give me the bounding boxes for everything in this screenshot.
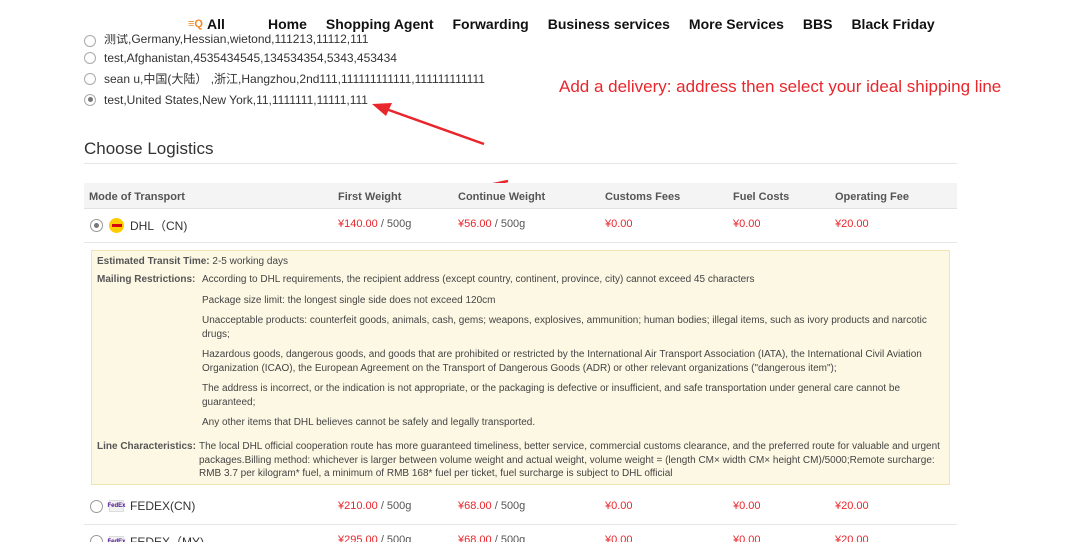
logistics-table-header: Mode of Transport First Weight Continue … bbox=[84, 183, 957, 209]
logistics-row[interactable]: FedEx FEDEX(CN) ¥210.00 / 500g ¥68.00 / … bbox=[84, 491, 957, 525]
radio-button-checked[interactable] bbox=[90, 219, 103, 232]
logistics-row[interactable]: DHL（CN) ¥140.00 / 500g ¥56.00 / 500g ¥0.… bbox=[84, 209, 957, 243]
restriction-item: Hazardous goods, dangerous goods, and go… bbox=[202, 349, 922, 374]
line-characteristics-text: The local DHL official cooperation route… bbox=[199, 441, 940, 479]
operating-fee-cell: ¥20.00 bbox=[835, 218, 869, 230]
address-option[interactable]: 测试,Germany,Hessian,wietond,111213,11112,… bbox=[84, 34, 485, 47]
nav-link-bbs[interactable]: BBS bbox=[803, 16, 833, 32]
address-text: test,Afghanistan,4535434545,134534354,53… bbox=[104, 50, 397, 65]
continue-weight-unit: / 500g bbox=[491, 218, 526, 230]
operating-fee-cell: ¥20.00 bbox=[835, 534, 869, 542]
transit-time: Estimated Transit Time: 2-5 working days bbox=[97, 255, 288, 269]
first-weight-cell: ¥295.00 / 500g bbox=[338, 534, 411, 542]
first-weight-price: ¥210.00 bbox=[338, 500, 378, 512]
continue-weight-cell: ¥56.00 / 500g bbox=[458, 218, 525, 230]
dhl-logo-icon bbox=[109, 218, 124, 233]
restriction-item: According to DHL requirements, the recip… bbox=[202, 274, 755, 285]
first-weight-unit: / 500g bbox=[377, 218, 412, 230]
restriction-item: Any other items that DHL believes cannot… bbox=[202, 417, 536, 428]
carrier-option[interactable]: FedEx FEDEX（MY) bbox=[90, 533, 204, 542]
address-option[interactable]: test,Afghanistan,4535434545,134534354,53… bbox=[84, 47, 485, 68]
carrier-details-panel: Estimated Transit Time: 2-5 working days… bbox=[91, 250, 950, 485]
all-categories-button[interactable]: ≡Q All bbox=[188, 16, 225, 32]
continue-weight-unit: / 500g bbox=[491, 534, 526, 542]
header-first-weight: First Weight bbox=[338, 191, 402, 203]
radio-button[interactable] bbox=[90, 499, 103, 513]
radio-button[interactable] bbox=[84, 51, 96, 64]
first-weight-unit: / 500g bbox=[377, 500, 412, 512]
customs-fees-cell: ¥0.00 bbox=[605, 500, 633, 512]
nav-link-forwarding[interactable]: Forwarding bbox=[452, 16, 528, 32]
fuel-costs-cell: ¥0.00 bbox=[733, 534, 761, 542]
tutorial-annotation: Add a delivery: address then select your… bbox=[559, 77, 1002, 96]
first-weight-unit: / 500g bbox=[377, 534, 412, 542]
carrier-name: DHL（CN) bbox=[130, 219, 188, 233]
header-mode-of-transport: Mode of Transport bbox=[89, 191, 185, 203]
fedex-logo-icon: FedEx bbox=[108, 535, 126, 542]
restriction-item: Package size limit: the longest single s… bbox=[202, 294, 496, 306]
nav-link-business-services[interactable]: Business services bbox=[548, 16, 670, 32]
restriction-item: Unacceptable products: counterfeit goods… bbox=[202, 315, 927, 340]
header-customs-fees: Customs Fees bbox=[605, 191, 681, 203]
nav-link-shopping-agent[interactable]: Shopping Agent bbox=[326, 16, 434, 32]
address-text: 测试,Germany,Hessian,wietond,111213,11112,… bbox=[104, 34, 369, 46]
mailing-restrictions-list: According to DHL requirements, the recip… bbox=[202, 273, 942, 437]
first-weight-cell: ¥210.00 / 500g bbox=[338, 500, 411, 512]
continue-weight-cell: ¥68.00 / 500g bbox=[458, 500, 525, 512]
radio-button[interactable] bbox=[90, 535, 103, 542]
fuel-costs-cell: ¥0.00 bbox=[733, 218, 761, 230]
continue-weight-price: ¥56.00 bbox=[458, 218, 492, 230]
continue-weight-price: ¥68.00 bbox=[458, 500, 492, 512]
header-continue-weight: Continue Weight bbox=[458, 191, 546, 203]
nav-links: Home Shopping Agent Forwarding Business … bbox=[268, 16, 935, 32]
nav-link-more-services[interactable]: More Services bbox=[689, 16, 784, 32]
section-title: Choose Logistics bbox=[84, 139, 214, 158]
continue-weight-unit: / 500g bbox=[491, 500, 526, 512]
operating-fee-cell: ¥20.00 bbox=[835, 500, 869, 512]
header-fuel-costs: Fuel Costs bbox=[733, 191, 790, 203]
first-weight-price: ¥295.00 bbox=[338, 534, 378, 542]
carrier-option[interactable]: FedEx FEDEX(CN) bbox=[90, 499, 195, 513]
menu-search-icon: ≡Q bbox=[188, 18, 203, 30]
section-divider bbox=[84, 163, 957, 164]
carrier-name: FEDEX（MY) bbox=[130, 535, 205, 542]
address-option-selected[interactable]: test,United States,New York,11,1111111,1… bbox=[84, 89, 485, 110]
restriction-item: The address is incorrect, or the indicat… bbox=[202, 383, 901, 408]
nav-link-black-friday[interactable]: Black Friday bbox=[851, 16, 934, 32]
customs-fees-cell: ¥0.00 bbox=[605, 534, 633, 542]
radio-button[interactable] bbox=[84, 35, 96, 47]
line-characteristics-label: Line Characteristics: bbox=[97, 441, 196, 452]
address-list: 测试,Germany,Hessian,wietond,111213,11112,… bbox=[84, 34, 485, 110]
continue-weight-price: ¥68.00 bbox=[458, 534, 492, 542]
first-weight-price: ¥140.00 bbox=[338, 218, 378, 230]
address-text: test,United States,New York,11,1111111,1… bbox=[104, 92, 368, 107]
address-text: sean u,中国(大陆） ,浙江,Hangzhou,2nd111,111111… bbox=[104, 72, 485, 86]
radio-button[interactable] bbox=[84, 72, 96, 85]
carrier-name: FEDEX(CN) bbox=[130, 499, 196, 513]
continue-weight-cell: ¥68.00 / 500g bbox=[458, 534, 525, 542]
fuel-costs-cell: ¥0.00 bbox=[733, 500, 761, 512]
radio-button-checked[interactable] bbox=[84, 93, 96, 106]
carrier-option[interactable]: DHL（CN) bbox=[90, 217, 187, 234]
logistics-row[interactable]: FedEx FEDEX（MY) ¥295.00 / 500g ¥68.00 / … bbox=[84, 525, 957, 542]
transit-value: 2-5 working days bbox=[209, 256, 289, 267]
mailing-restrictions-label: Mailing Restrictions: bbox=[97, 274, 196, 285]
fedex-logo-icon: FedEx bbox=[108, 500, 126, 512]
nav-link-home[interactable]: Home bbox=[268, 16, 307, 32]
header-operating-fee: Operating Fee bbox=[835, 191, 909, 203]
address-option[interactable]: sean u,中国(大陆） ,浙江,Hangzhou,2nd111,111111… bbox=[84, 68, 485, 89]
all-label: All bbox=[206, 16, 225, 32]
transit-label: Estimated Transit Time: bbox=[97, 256, 210, 267]
customs-fees-cell: ¥0.00 bbox=[605, 218, 633, 230]
first-weight-cell: ¥140.00 / 500g bbox=[338, 218, 411, 230]
